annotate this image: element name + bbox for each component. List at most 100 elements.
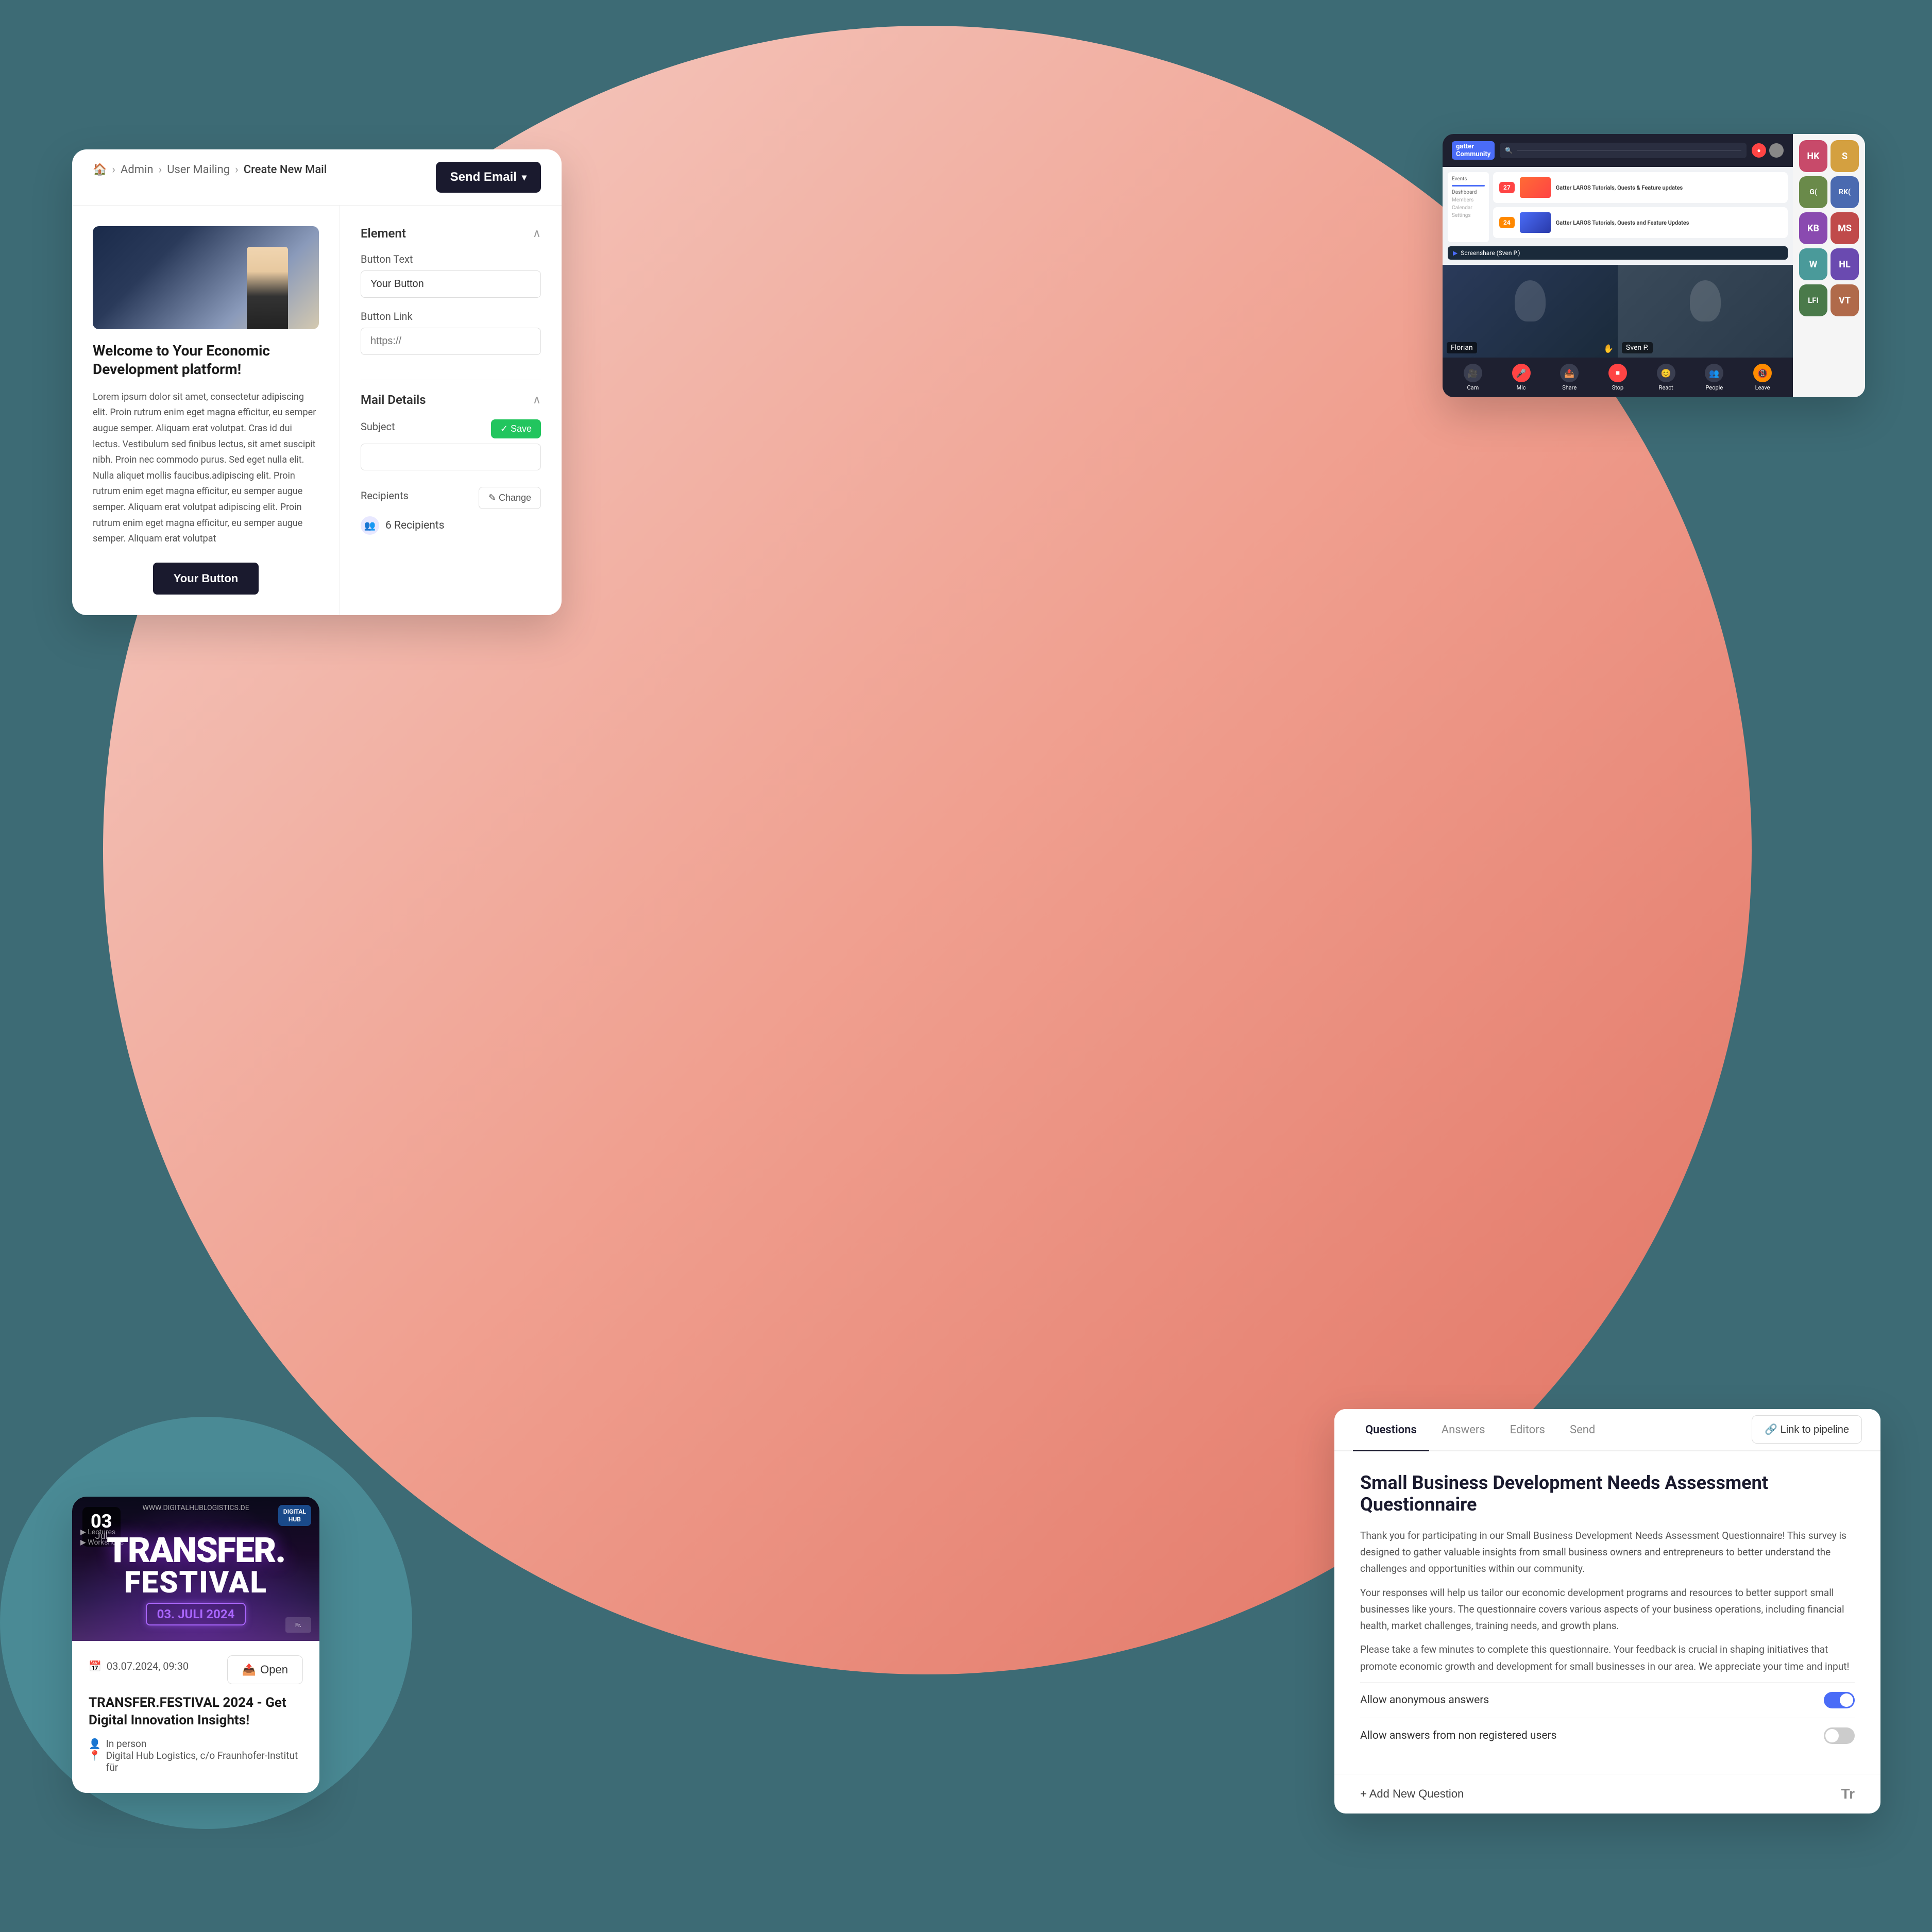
recipients-label: Recipients: [361, 489, 409, 502]
your-button[interactable]: Your Button: [153, 563, 259, 595]
screenshare-icon: ▶: [1453, 249, 1458, 257]
mail-details-title: Mail Details: [361, 393, 426, 407]
hero-figure: [247, 247, 288, 329]
participant-HK: HK: [1799, 140, 1827, 172]
leave-control[interactable]: 📵 Leave: [1753, 364, 1772, 391]
toggle-row-nonregistered: Allow answers from non registered users: [1360, 1718, 1855, 1753]
sidebar-item4: Settings: [1452, 213, 1485, 218]
event-open-row: 📅 03.07.2024, 09:30 📤 Open: [89, 1655, 303, 1684]
add-question-button[interactable]: + Add New Question: [1360, 1787, 1464, 1801]
toggle-nonregistered[interactable]: [1824, 1727, 1855, 1744]
calendar-icon: 📅: [89, 1660, 101, 1672]
button-text-input[interactable]: [361, 270, 541, 298]
fraunhofer-badge: Fr.: [285, 1617, 311, 1633]
event-date-badge-1: 27: [1499, 182, 1515, 193]
survey-desc-3: Please take a few minutes to complete th…: [1360, 1641, 1855, 1675]
people-control[interactable]: 👥 People: [1705, 364, 1723, 391]
email-editor-panel: 🏠 › Admin › User Mailing › Create New Ma…: [72, 149, 562, 615]
home-icon: 🏠: [93, 163, 107, 176]
tab-send[interactable]: Send: [1557, 1409, 1607, 1451]
screenshare-bar: ▶ Screenshare (Sven P.): [1448, 246, 1788, 260]
send-email-button[interactable]: Send Email ▾: [436, 162, 541, 193]
sidebar-item1: Dashboard: [1452, 190, 1485, 195]
person-silhouette-2: [1690, 280, 1721, 321]
tab-answers[interactable]: Answers: [1429, 1409, 1498, 1451]
event-info-2: Gatter LAROS Tutorials, Quests and Featu…: [1556, 219, 1782, 226]
event-type: In person: [106, 1738, 147, 1750]
save-button[interactable]: ✓ Save: [491, 419, 541, 438]
event-festival-text: FESTIVAL: [84, 1568, 307, 1598]
event-card-panel: WWW.DIGITALHUBLOGISTICS.DE 03 Jul DIGITA…: [72, 1497, 319, 1793]
open-event-button[interactable]: 📤 Open: [227, 1655, 303, 1684]
toggle-anonymous-knob: [1840, 1693, 1853, 1707]
cam-control[interactable]: 🎥 Cam: [1464, 364, 1482, 391]
participant-W: W: [1799, 248, 1827, 280]
participants-sidebar: HK S G( RK( KB MS W HL LFI VT: [1793, 134, 1865, 397]
video-top-actions: ●: [1752, 143, 1784, 158]
change-button[interactable]: ✎ Change: [479, 487, 541, 509]
email-controls: Element ∧ Button Text Button Link Mail D…: [340, 206, 562, 615]
tab-questions[interactable]: Questions: [1353, 1409, 1429, 1451]
event-title-2: Gatter LAROS Tutorials, Quests and Featu…: [1556, 219, 1782, 226]
event-banner: WWW.DIGITALHUBLOGISTICS.DE 03 Jul DIGITA…: [72, 1497, 319, 1641]
event-location: Digital Hub Logistics, c/o Fraunhofer-In…: [106, 1750, 303, 1773]
survey-panel: Questions Answers Editors Send 🔗 Link to…: [1334, 1409, 1880, 1814]
event-thumb-1: [1520, 177, 1551, 198]
participant-HL: HL: [1831, 248, 1859, 280]
participant-VT: VT: [1831, 284, 1859, 316]
participant-LFI: LFI: [1799, 284, 1827, 316]
stop-control[interactable]: ⏹ Stop: [1608, 364, 1627, 391]
person-icon: 👤: [89, 1738, 101, 1750]
digital-hub-badge: DIGITALHUB: [278, 1505, 311, 1526]
video-controls-bar: 🎥 Cam 🎤 Mic 📤 Share ⏹ Stop 😊 React: [1443, 358, 1793, 397]
participant-RK: RK(: [1831, 176, 1859, 208]
share-control[interactable]: 📤 Share: [1560, 364, 1579, 391]
survey-content: Small Business Development Needs Assessm…: [1334, 1451, 1880, 1774]
event-title-1: Gatter LAROS Tutorials, Quests & Feature…: [1556, 184, 1782, 191]
participant-G: G(: [1799, 176, 1827, 208]
toggle-anonymous[interactable]: [1824, 1692, 1855, 1708]
video-search-bar[interactable]: 🔍: [1500, 143, 1747, 158]
email-preview: Welcome to Your Economic Development pla…: [72, 206, 340, 615]
toggle-nonregistered-label: Allow answers from non registered users: [1360, 1730, 1556, 1742]
event-card-1: 27 Gatter LAROS Tutorials, Quests & Feat…: [1493, 172, 1788, 203]
event-feed-area: Events Dashboard Members Calendar Settin…: [1443, 167, 1793, 265]
avatar-small: [1769, 143, 1784, 158]
event-banner-text: TRANSFER. FESTIVAL 03. JULI 2024: [84, 1533, 307, 1625]
button-link-input[interactable]: [361, 328, 541, 355]
subject-label: Subject: [361, 420, 395, 433]
survey-desc-2: Your responses will help us tailor our e…: [1360, 1585, 1855, 1635]
screenshare-label: Screenshare (Sven P.): [1461, 249, 1520, 257]
event-url: WWW.DIGITALHUBLOGISTICS.DE: [142, 1504, 249, 1512]
search-icon: 🔍: [1505, 147, 1513, 154]
event-neon-date: 03. JULI 2024: [146, 1603, 246, 1625]
video-label-sven: Sven P.: [1622, 342, 1653, 353]
survey-desc-1: Thank you for participating in our Small…: [1360, 1528, 1855, 1578]
hero-image: [93, 226, 319, 329]
sidebar-label: Events: [1452, 176, 1485, 182]
video-main-area: gatterCommunity 🔍 ● Eve: [1443, 134, 1793, 397]
survey-footer: + Add New Question Tr: [1334, 1774, 1880, 1814]
react-control[interactable]: 😊 React: [1657, 364, 1675, 391]
breadcrumb-admin: Admin: [121, 163, 154, 176]
add-question-label: + Add New Question: [1360, 1787, 1464, 1801]
event-transfer-text: TRANSFER.: [84, 1533, 307, 1568]
mic-control[interactable]: 🎤 Mic: [1512, 364, 1531, 391]
link-pipeline-button[interactable]: 🔗 Link to pipeline: [1752, 1415, 1862, 1444]
event-cards-list: 27 Gatter LAROS Tutorials, Quests & Feat…: [1493, 172, 1788, 242]
participant-S: S: [1831, 140, 1859, 172]
mic-label: Mic: [1517, 384, 1526, 391]
breadcrumb-current: Create New Mail: [244, 163, 327, 176]
subject-input[interactable]: [361, 444, 541, 470]
toggle-nonregistered-knob: [1825, 1729, 1839, 1742]
share-label: Share: [1562, 384, 1577, 391]
share-icon: 📤: [1560, 364, 1579, 382]
event-datetime: 03.07.2024, 09:30: [107, 1660, 189, 1672]
toggle-anonymous-label: Allow anonymous answers: [1360, 1694, 1489, 1706]
event-title: TRANSFER.FESTIVAL 2024 - Get Digital Inn…: [89, 1694, 303, 1730]
tab-editors[interactable]: Editors: [1498, 1409, 1557, 1451]
email-title: Welcome to Your Economic Development pla…: [93, 342, 319, 379]
text-format-button[interactable]: Tr: [1841, 1786, 1855, 1802]
open-event-icon: 📤: [242, 1663, 256, 1676]
video-logo: gatterCommunity: [1452, 141, 1495, 160]
